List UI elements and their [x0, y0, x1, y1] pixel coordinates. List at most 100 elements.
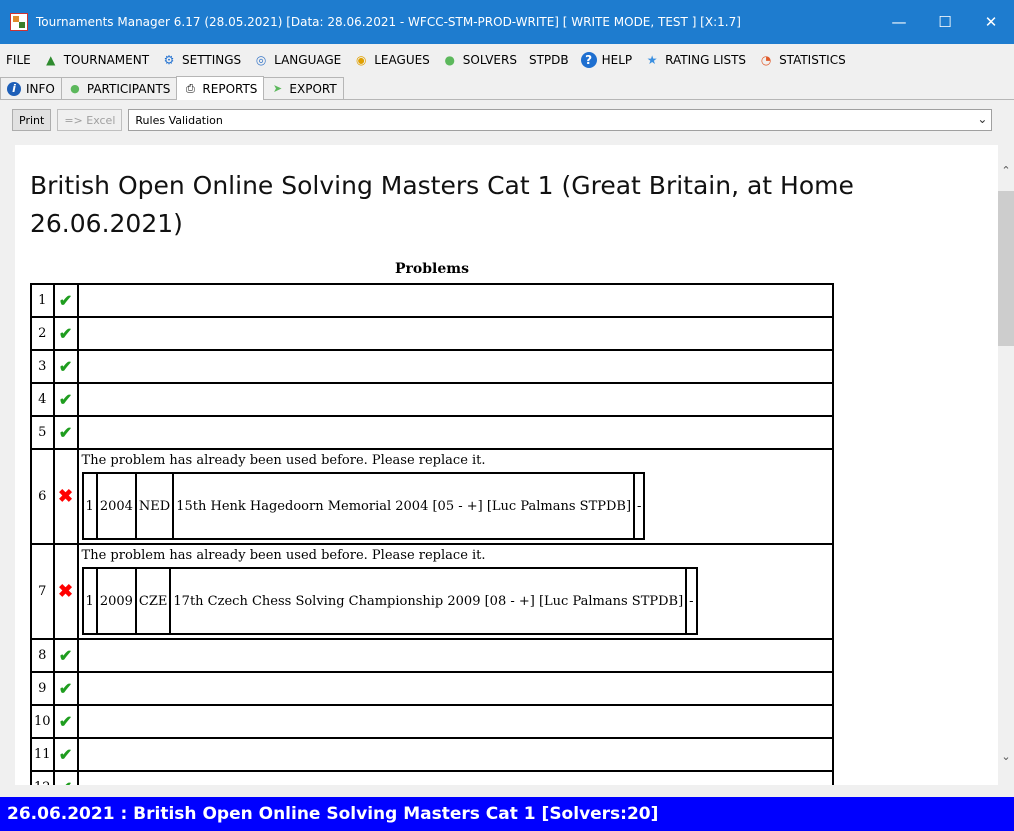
- checkmark-icon: ✔: [59, 778, 72, 785]
- table-row: 9 ✔: [30, 671, 835, 706]
- vertical-scrollbar[interactable]: ⌃ ⌄: [998, 145, 1014, 785]
- validation-cell: [76, 638, 835, 673]
- validation-cell: [76, 770, 835, 785]
- tab-participants[interactable]: ● PARTICIPANTS: [60, 77, 178, 99]
- chevron-down-icon: ⌄: [977, 112, 988, 126]
- menu-language[interactable]: ◎ LANGUAGE: [247, 44, 347, 76]
- report-toolbar: Print => Excel Rules Validation ⌄: [0, 100, 1014, 140]
- status-cell: ✔: [52, 770, 79, 785]
- source-reference-cell: 15th Henk Hagedoorn Memorial 2004 [05 - …: [172, 472, 636, 540]
- problem-number: 12: [30, 770, 55, 785]
- report-title: British Open Online Solving Masters Cat …: [30, 171, 854, 238]
- problems-caption: Problems: [395, 261, 469, 277]
- problem-number: 1: [30, 283, 55, 318]
- validation-cell: [76, 415, 835, 450]
- menu-statistics[interactable]: ◔ STATISTICS: [752, 44, 852, 76]
- source-reference-row: 1 2004 NED 15th Henk Hagedoorn Memorial 200…: [81, 472, 646, 540]
- scrollbar-thumb[interactable]: [998, 191, 1014, 346]
- checkmark-icon: ✔: [58, 423, 73, 442]
- validation-cell: [76, 349, 835, 384]
- checkmark-icon: ✔: [58, 324, 73, 343]
- window-title: Tournaments Manager 6.17 (28.05.2021) [D…: [36, 15, 741, 29]
- table-row: 8 ✔: [30, 638, 835, 673]
- title-bar: Tournaments Manager 6.17 (28.05.2021) [D…: [0, 0, 1014, 44]
- menu-solvers[interactable]: ● SOLVERS: [436, 44, 523, 76]
- tab-bar: i INFO ● PARTICIPANTS ⎙ REPORTS ➤ EXPORT: [0, 76, 1014, 100]
- problem-number: 9: [30, 671, 55, 706]
- checkmark-icon: ✔: [58, 291, 73, 310]
- table-row: 3 ✔: [30, 349, 835, 384]
- menu-help[interactable]: ? HELP: [575, 44, 639, 76]
- window-controls: — ☐ ✕: [876, 0, 1014, 44]
- tab-info[interactable]: i INFO: [0, 77, 62, 99]
- status-cell: ✔: [52, 283, 79, 318]
- scroll-up-icon[interactable]: ⌃: [998, 163, 1014, 179]
- status-cell: ✖: [52, 543, 79, 640]
- problem-number: 10: [30, 704, 55, 739]
- leagues-icon: ◉: [356, 53, 367, 67]
- menu-file-label: FILE: [6, 53, 31, 67]
- menu-stpdb[interactable]: STPDB: [523, 44, 575, 76]
- source-reference-cell: 1: [81, 567, 98, 635]
- source-reference-cell: 17th Czech Chess Solving Championship 20…: [169, 567, 688, 635]
- problem-number: 8: [30, 638, 55, 673]
- table-row: 4 ✔: [30, 382, 835, 417]
- tab-participants-label: PARTICIPANTS: [86, 81, 171, 96]
- tab-reports-label: REPORTS: [202, 81, 258, 96]
- menu-file[interactable]: FILE: [0, 44, 37, 76]
- menu-language-label: LANGUAGE: [274, 53, 342, 67]
- problem-number: 7: [30, 543, 55, 640]
- print-button[interactable]: Print: [12, 109, 52, 131]
- status-cell: ✖: [52, 448, 79, 545]
- report-view: British Open Online Solving Masters Cat …: [15, 145, 998, 785]
- table-row: 6 ✖ The problem has already been used befo…: [30, 448, 835, 545]
- status-cell: ✔: [52, 415, 79, 450]
- tab-export[interactable]: ➤ EXPORT: [263, 77, 344, 99]
- status-cell: ✔: [52, 704, 79, 739]
- menu-rating-lists[interactable]: ★ RATING LISTS: [638, 44, 752, 76]
- problem-number: 3: [30, 349, 55, 384]
- validation-message: The problem has already been used before…: [81, 548, 486, 563]
- tab-reports[interactable]: ⎙ REPORTS: [176, 76, 265, 100]
- source-reference: 1 2004 NED 15th Henk Hagedoorn Memorial 200…: [81, 472, 646, 540]
- checkmark-icon: ✔: [58, 357, 73, 376]
- report-type-value: Rules Validation: [135, 113, 223, 127]
- source-reference-cell: 2009: [95, 567, 137, 635]
- close-button[interactable]: ✕: [968, 0, 1014, 44]
- validation-message: The problem has already been used before…: [81, 453, 486, 468]
- scroll-down-icon[interactable]: ⌄: [998, 749, 1014, 765]
- checkmark-icon: ✔: [58, 390, 73, 409]
- problem-number: 6: [30, 448, 55, 545]
- status-bar: 26.06.2021 : British Open Online Solving…: [0, 797, 1014, 831]
- globe-icon: ◎: [255, 53, 267, 67]
- menu-settings-label: SETTINGS: [182, 53, 242, 67]
- table-row: 10 ✔: [30, 704, 835, 739]
- menu-bar: FILE ▲ TOURNAMENT ⚙ SETTINGS ◎ LANGUAGE …: [0, 44, 1014, 76]
- status-cell: ✔: [52, 671, 79, 706]
- menu-statistics-label: STATISTICS: [779, 53, 846, 67]
- validation-cell: [76, 737, 835, 772]
- minimize-button[interactable]: —: [876, 0, 922, 44]
- validation-cell: [76, 382, 835, 417]
- menu-settings[interactable]: ⚙ SETTINGS: [155, 44, 247, 76]
- tab-export-label: EXPORT: [289, 81, 337, 96]
- excel-button[interactable]: => Excel: [57, 109, 123, 131]
- checkmark-icon: ✔: [58, 712, 73, 731]
- menu-leagues[interactable]: ◉ LEAGUES: [347, 44, 436, 76]
- maximize-button[interactable]: ☐: [922, 0, 968, 44]
- problem-number: 11: [30, 737, 55, 772]
- report-type-select[interactable]: Rules Validation ⌄: [128, 109, 993, 131]
- menu-tournament[interactable]: ▲ TOURNAMENT: [37, 44, 155, 76]
- checkmark-icon: ✔: [58, 745, 73, 764]
- app-logo-icon: [10, 13, 28, 31]
- user-icon: ●: [70, 81, 80, 95]
- validation-cell: [76, 283, 835, 318]
- error-cross-icon: ✖: [58, 486, 74, 507]
- source-reference-cell: 2004: [95, 472, 137, 540]
- users-icon: ●: [444, 53, 456, 67]
- validation-cell: The problem has already been used before…: [76, 543, 835, 640]
- table-row: 1 ✔: [30, 283, 835, 318]
- export-icon: ➤: [272, 81, 283, 95]
- tab-info-label: INFO: [26, 81, 55, 96]
- error-cross-icon: ✖: [58, 581, 74, 602]
